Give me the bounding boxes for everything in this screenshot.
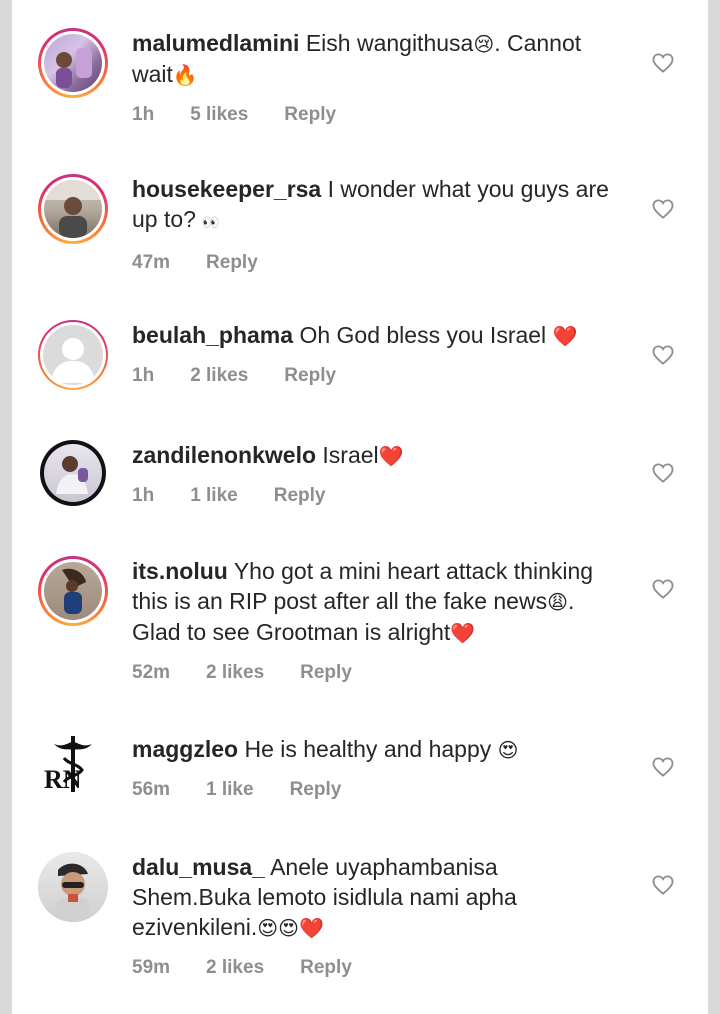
avatar-monogram: RN [44,765,82,794]
heart-eyes-emoji: 😍 [497,738,519,762]
comment-body: malumedlamini Eish wangithusa😢. Cannot w… [132,28,632,130]
caduceus-logo-icon: RN [44,736,92,794]
comment-time: 56m [132,779,171,800]
comment-body: maggzleo He is healthy and happy 😍 56m 1… [132,734,632,805]
comment-username[interactable]: its.noluu [132,558,228,584]
comment-meta: 59m 2 likes Reply [132,953,632,983]
avatar-image [56,863,90,922]
comment-username[interactable]: dalu_musa_ [132,854,265,880]
comment-likes[interactable]: 2 likes [206,658,264,688]
reply-button[interactable]: Reply [300,658,352,688]
comment-username[interactable]: zandilenonkwelo [132,442,316,468]
comment-text: maggzleo He is healthy and happy 😍 [132,734,622,765]
avatar[interactable]: RN [38,734,108,804]
avatar[interactable] [38,320,108,390]
avatar-image [62,568,86,614]
reply-button[interactable]: Reply [206,248,258,278]
comment-meta: 56m 1 like Reply [132,775,632,805]
reply-button[interactable]: Reply [284,100,336,130]
comment-likes[interactable]: 5 likes [190,100,248,130]
comment-body: beulah_phama Oh God bless you Israel ❤️ … [132,320,632,391]
comment-text: housekeeper_rsa I wonder what you guys a… [132,174,622,238]
comment-time: 1h [132,104,155,125]
comment-time: 47m [132,252,171,273]
avatar[interactable] [38,28,108,98]
comment-likes[interactable]: 2 likes [206,953,264,983]
comment-username[interactable]: housekeeper_rsa [132,176,321,202]
heart-outline-icon[interactable] [648,870,678,900]
comment-text: malumedlamini Eish wangithusa😢. Cannot w… [132,28,622,90]
comment-likes[interactable]: 1 like [190,481,238,511]
comment-message: Oh God bless you Israel [299,322,547,348]
comment-text: its.noluu Yho got a mini heart attack th… [132,556,627,648]
comment-text: zandilenonkwelo Israel❤️ [132,440,622,471]
comment-meta: 1h 1 like Reply [132,481,632,511]
comment-username[interactable]: maggzleo [132,736,238,762]
avatar-image [56,48,92,88]
crying-emoji: 😢 [473,32,495,56]
fire-emoji: 🔥 [172,63,198,87]
comment-message: Israel [322,442,379,468]
heart-outline-icon[interactable] [648,194,678,224]
comment-meta: 1h 5 likes Reply [132,100,632,130]
reply-button[interactable]: Reply [300,953,352,983]
comment-meta: 1h 2 likes Reply [132,361,632,391]
comment-body: its.noluu Yho got a mini heart attack th… [132,556,632,688]
comments-panel: malumedlamini Eish wangithusa😢. Cannot w… [12,0,708,1014]
comment-username[interactable]: beulah_phama [132,322,293,348]
weary-emoji: 😩 [547,590,568,614]
default-avatar-icon [51,338,95,383]
avatar-image [44,180,102,238]
red-heart-emoji: ❤️ [378,444,404,468]
red-heart-emoji: ❤️ [450,621,476,645]
reply-button[interactable]: Reply [290,775,342,805]
comment-meta: 47m Reply [132,248,632,278]
avatar-image [56,456,88,494]
comment-meta: 52m 2 likes Reply [132,658,632,688]
comment-time: 1h [132,485,155,506]
red-heart-emoji: ❤️ [552,324,578,348]
comment-username[interactable]: malumedlamini [132,30,299,56]
comment-text: beulah_phama Oh God bless you Israel ❤️ [132,320,622,351]
comment-likes[interactable]: 1 like [206,775,254,805]
comment-message: He is healthy and happy [244,736,492,762]
heart-outline-icon[interactable] [648,574,678,604]
comment-message: Eish wangithusa [305,30,474,56]
comment-body: housekeeper_rsa I wonder what you guys a… [132,174,632,278]
comment-time: 1h [132,365,155,386]
avatar[interactable] [38,556,108,626]
heart-outline-icon[interactable] [648,48,678,78]
heart-outline-icon[interactable] [648,458,678,488]
comment-body: zandilenonkwelo Israel❤️ 1h 1 like Reply [132,440,632,511]
comment-likes[interactable]: 2 likes [190,361,248,391]
comment-text: dalu_musa_ Anele uyaphambanisa Shem.Buka… [132,852,602,943]
comment-time: 59m [132,957,171,978]
avatar[interactable] [38,852,108,922]
avatar[interactable] [40,440,106,506]
heart-outline-icon[interactable] [648,340,678,370]
heart-outline-icon[interactable] [648,752,678,782]
eyes-emoji: 👀 [202,215,220,231]
comment-body: dalu_musa_ Anele uyaphambanisa Shem.Buka… [132,852,632,983]
reply-button[interactable]: Reply [274,481,326,511]
reply-button[interactable]: Reply [284,361,336,391]
avatar[interactable] [38,174,108,244]
comment-time: 52m [132,662,171,683]
heart-eyes-heart-emoji: 😍😍❤️ [257,916,324,940]
